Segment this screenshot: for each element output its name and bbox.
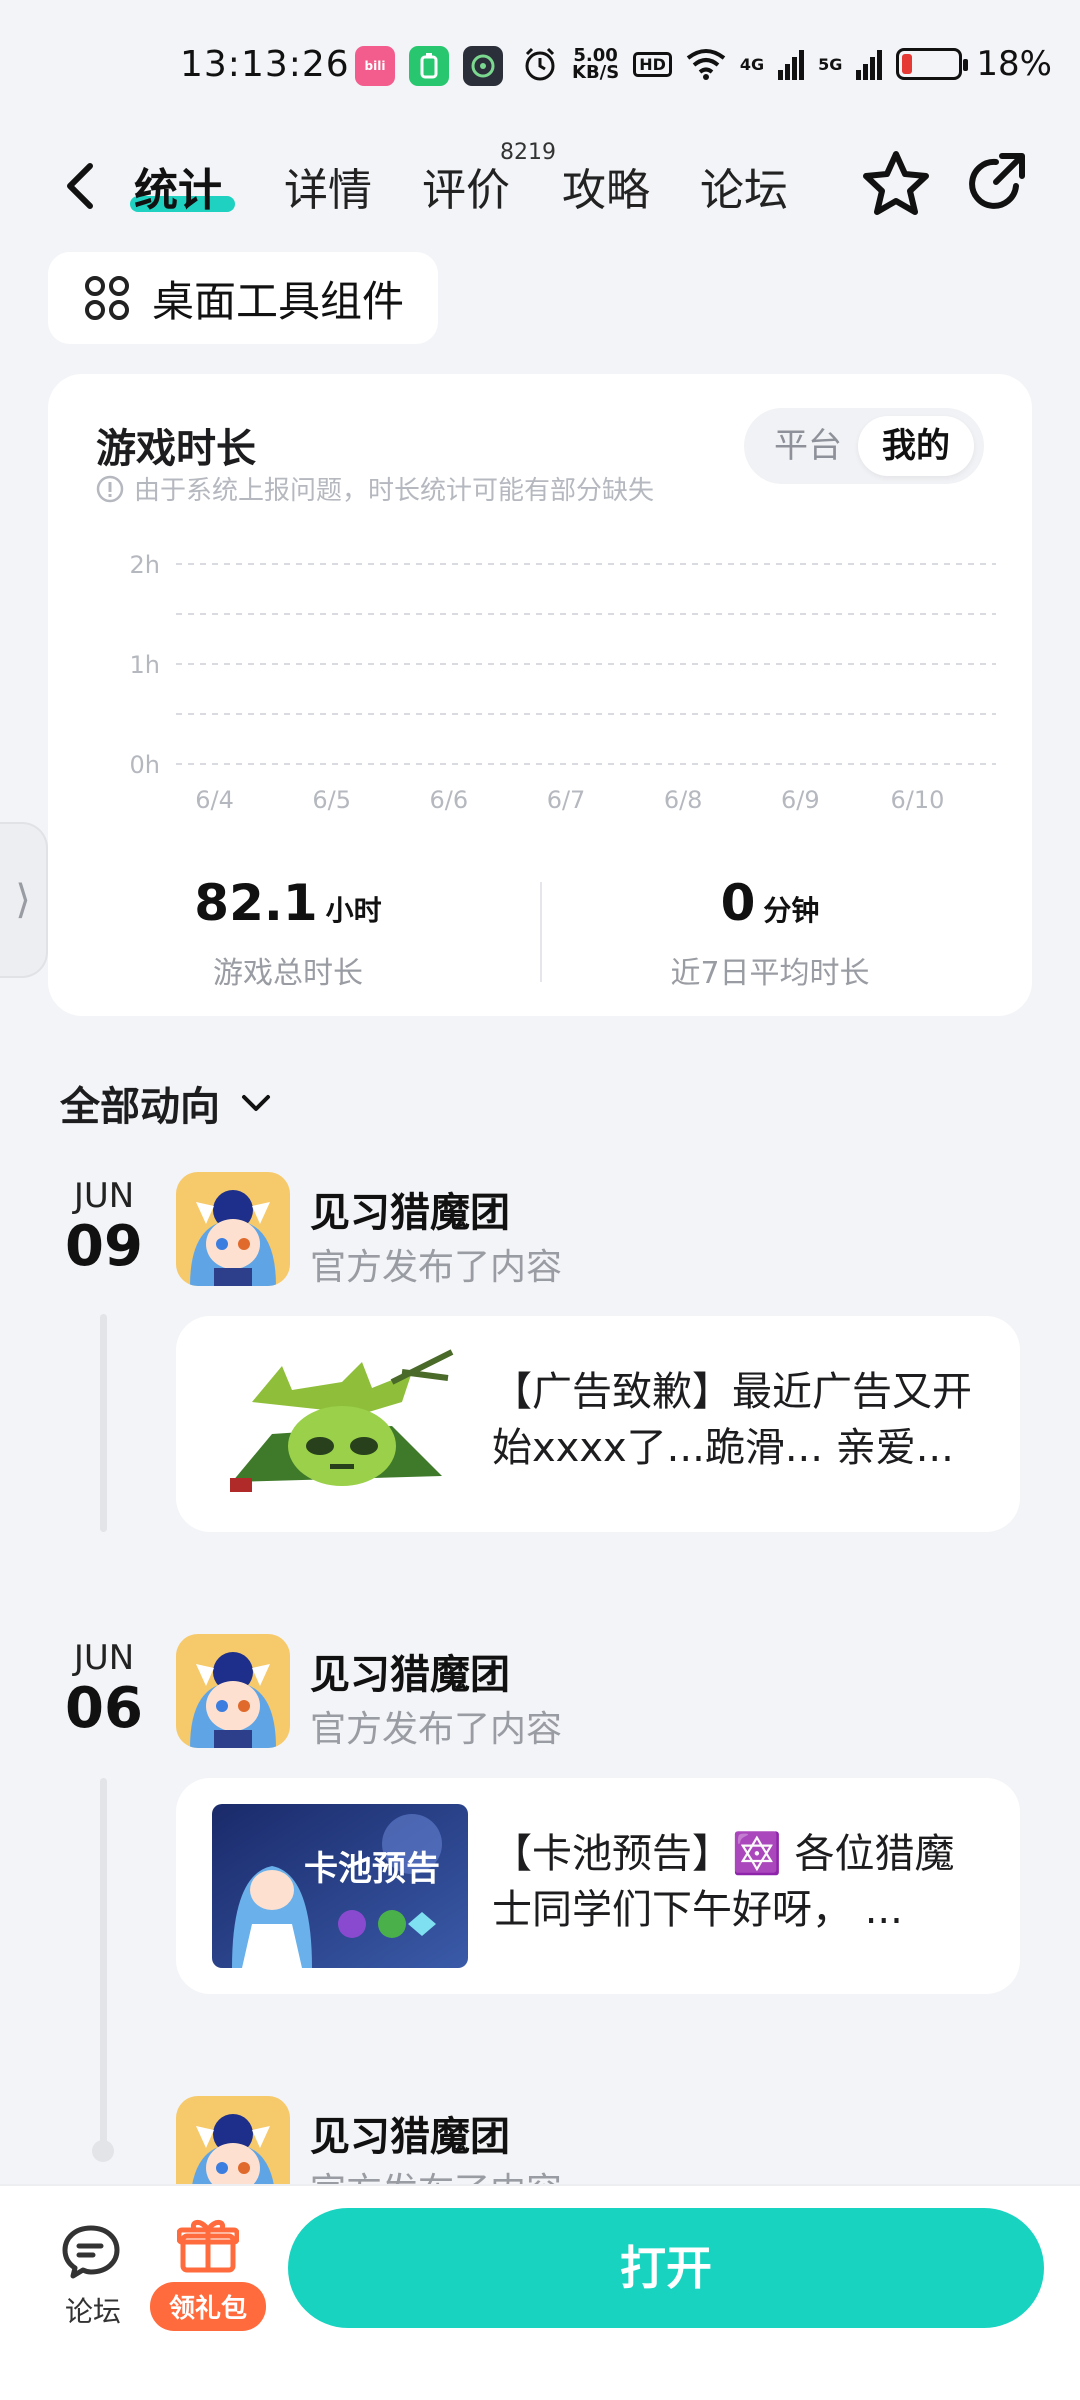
signal-4g-label: 4G <box>739 54 765 74</box>
gift-pack-button[interactable]: 领礼包 <box>150 2216 266 2331</box>
x-tick-label: 6/8 <box>664 786 703 814</box>
post-date-month: JUN <box>73 1176 135 1216</box>
x-tick-label: 6/7 <box>547 786 586 814</box>
desktop-widget-label: 桌面工具组件 <box>152 276 405 326</box>
forum-label: 论坛 <box>64 2295 121 2328</box>
tab-reviews[interactable]: 评价 <box>422 154 510 218</box>
system-indicators: 5.00 KB/S HD 4G 5G 18% <box>522 44 1052 84</box>
x-tick-label: 6/9 <box>781 786 820 814</box>
side-drawer-handle[interactable]: ⟩ <box>0 822 48 978</box>
activity-section-title: 全部动向 <box>60 1084 220 1130</box>
back-arrow-icon[interactable] <box>56 154 104 218</box>
post-date-day: 09 <box>65 1214 143 1279</box>
info-icon <box>96 475 124 502</box>
card-note: 由于系统上报问题，时长统计可能有部分缺失 <box>96 470 654 507</box>
average-time-label: 近7日平均时长 <box>670 956 870 991</box>
widgets-icon <box>85 276 129 320</box>
signal-4g-icon <box>778 50 805 80</box>
post-subtitle: 官方发布了内容 <box>310 1709 563 1750</box>
battery-percent: 18% <box>976 44 1052 84</box>
favorite-star-icon[interactable] <box>858 146 934 222</box>
chat-bubble-icon <box>62 2225 120 2279</box>
anime-girl-avatar-icon <box>176 1634 290 1748</box>
average-time-stat: 0 分钟 近7日平均时长 <box>570 874 970 992</box>
author-avatar[interactable] <box>176 1634 290 1748</box>
battery-app-icon <box>409 46 449 86</box>
y-tick-label: 0h <box>130 751 160 779</box>
chevron-right-icon: ⟩ <box>15 877 31 923</box>
status-time: 13:13:26 <box>180 44 350 85</box>
x-tick-label: 6/4 <box>195 786 234 814</box>
post-author[interactable]: 见习猎魔团 <box>310 1642 510 1700</box>
top-nav: 统计 详情 评价 8219 攻略 论坛 <box>0 140 1080 240</box>
card-title: 游戏时长 <box>96 426 256 472</box>
total-time-stat: 82.1 小时 游戏总时长 <box>88 874 488 992</box>
toggle-platform[interactable]: 平台 <box>760 416 856 476</box>
net-speed-unit: KB/S <box>572 62 620 83</box>
tab-forum[interactable]: 论坛 <box>700 154 788 218</box>
tab-guides[interactable]: 攻略 <box>562 154 650 218</box>
tab-details[interactable]: 详情 <box>284 154 372 218</box>
signal-5g-label: 5G <box>818 54 843 74</box>
card-note-text: 由于系统上报问题，时长统计可能有部分缺失 <box>134 476 655 506</box>
chevron-down-icon <box>242 1095 270 1111</box>
gacha-banner-image: 卡池预告 <box>212 1804 468 1968</box>
bottom-action-bar: 论坛 领礼包 打开 <box>0 2184 1080 2400</box>
alarm-icon <box>525 47 555 81</box>
play-time-chart: 2h 1h 0h 6/4 6/5 6/6 6/7 6/8 6/9 6/10 <box>130 554 996 814</box>
x-tick-label: 6/10 <box>890 786 944 814</box>
post-subtitle: 官方发布了内容 <box>310 1247 563 1288</box>
notification-icons: bili <box>355 46 503 86</box>
app-icon <box>463 46 503 86</box>
pixel-alien-image <box>212 1342 468 1506</box>
share-icon[interactable] <box>958 146 1034 222</box>
y-tick-label: 1h <box>130 651 160 679</box>
banner-caption: 卡池预告 <box>304 1849 440 1889</box>
toggle-mine[interactable]: 我的 <box>858 416 974 476</box>
post-date-month: JUN <box>73 1638 135 1678</box>
x-tick-label: 6/5 <box>312 786 351 814</box>
forum-button[interactable]: 论坛 <box>58 2222 128 2330</box>
open-game-button[interactable]: 打开 <box>288 2208 1044 2328</box>
total-time-label: 游戏总时长 <box>213 956 363 991</box>
gift-icon <box>176 2220 240 2273</box>
post-author[interactable]: 见习猎魔团 <box>310 1180 510 1238</box>
reviews-count-badge: 8219 <box>500 140 556 165</box>
anime-girl-avatar-icon <box>176 1172 290 1286</box>
timeline-dot <box>92 2140 114 2162</box>
play-time-card: 游戏时长 由于系统上报问题，时长统计可能有部分缺失 平台 我的 2h 1h 0h 6/… <box>48 374 1032 1016</box>
battery-icon <box>896 48 969 80</box>
average-time-unit: 分钟 <box>763 894 820 927</box>
average-time-value: 0 <box>720 874 756 932</box>
post-card[interactable]: 卡池预告 【卡池预告】🔯 各位猎魔士同学们下午好呀， ... <box>176 1778 1020 1994</box>
timeline-line <box>100 1314 107 1532</box>
post-thumbnail: 卡池预告 <box>212 1804 468 1968</box>
post-author[interactable]: 见习猎魔团 <box>310 2104 510 2162</box>
author-avatar[interactable] <box>176 1172 290 1286</box>
total-time-unit: 小时 <box>325 894 382 927</box>
status-bar: 13:13:26 bili 5.00 KB/S HD 4G 5G 18% <box>0 0 1080 130</box>
desktop-widget-button[interactable]: 桌面工具组件 <box>48 252 438 344</box>
app-page: 13:13:26 bili 5.00 KB/S HD 4G 5G 18% 统计 … <box>0 0 1080 2400</box>
bilibili-icon: bili <box>355 46 395 86</box>
timeline-line <box>100 1778 107 2148</box>
total-time-value: 82.1 <box>194 874 318 932</box>
battery-fill <box>902 54 913 74</box>
x-tick-label: 6/6 <box>430 786 469 814</box>
signal-5g-icon <box>856 50 883 80</box>
net-speed: 5.00 KB/S <box>572 47 620 83</box>
tab-stats[interactable]: 统计 <box>134 154 222 218</box>
hd-badge: HD <box>633 51 672 77</box>
activity-filter-dropdown[interactable]: 全部动向 <box>60 1074 274 1132</box>
post-text: 【广告致歉】最近广告又开始xxxx了...跪滑... 亲爱... <box>492 1369 972 1471</box>
gift-pack-label: 领礼包 <box>150 2282 266 2331</box>
post-thumbnail <box>212 1342 468 1506</box>
stat-divider <box>540 882 542 982</box>
post-card[interactable]: 【广告致歉】最近广告又开始xxxx了...跪滑... 亲爱... <box>176 1316 1020 1532</box>
data-source-toggle: 平台 我的 <box>744 408 984 484</box>
wifi-icon <box>686 49 726 80</box>
post-date-day: 06 <box>65 1676 143 1741</box>
y-tick-label: 2h <box>130 554 160 579</box>
post-text: 【卡池预告】🔯 各位猎魔士同学们下午好呀， ... <box>492 1831 955 1933</box>
